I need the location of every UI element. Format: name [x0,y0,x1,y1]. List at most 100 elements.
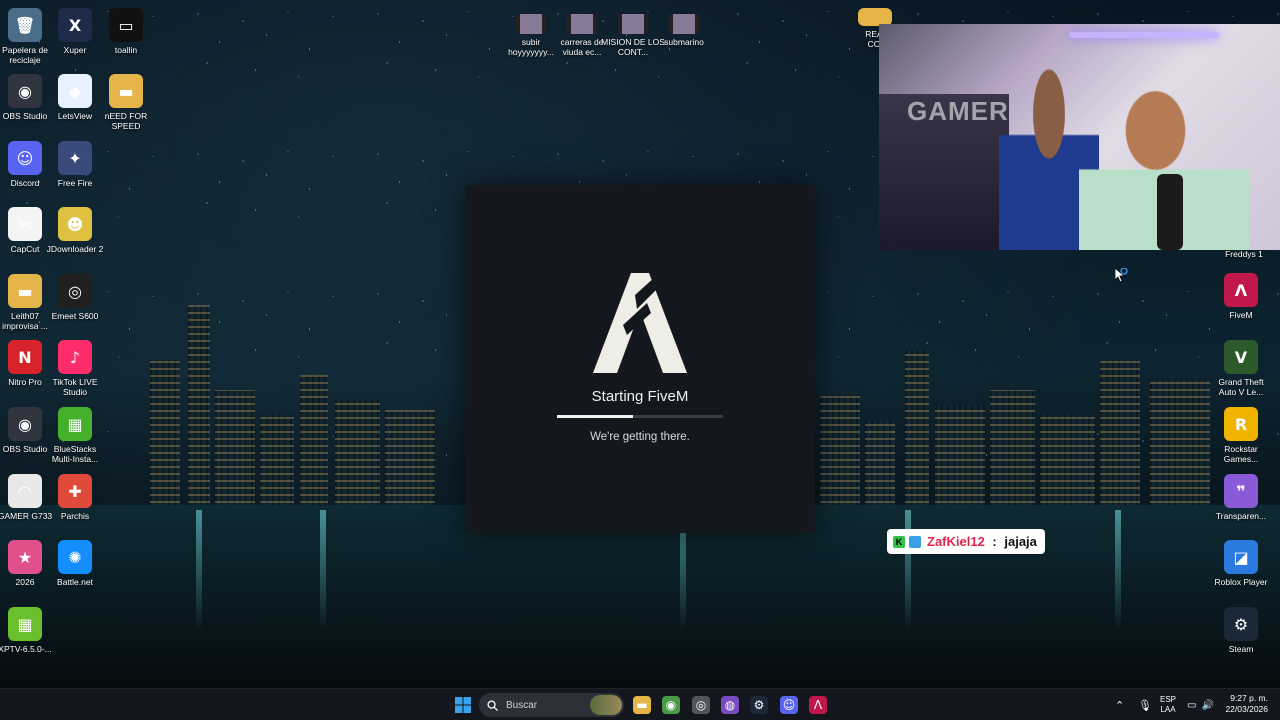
free-fire-icon: ✦ [58,141,92,175]
system-tray-status[interactable]: ▭ 🔊 [1187,689,1214,720]
taskbar-app-fivem[interactable]: Λ [807,694,829,716]
taskbar-app-discord[interactable]: ☺ [778,694,800,716]
desktop-icon-transparen[interactable]: ❞ Transparen... [1209,474,1273,521]
file-explorer-icon: ▬ [633,696,651,714]
video-file-icon [567,14,597,34]
desktop-icon-jdownloader-2[interactable]: ☻ JDownloader 2 [43,207,107,254]
taskbar-app-file-explorer[interactable]: ▬ [631,694,653,716]
letsview-icon: ◆ [58,74,92,108]
folder-icon: ▬ [8,274,42,308]
busy-cursor-icon [1115,268,1128,283]
video-file-icon: ▭ [109,8,143,42]
desktop-icon-label: Roblox Player [1214,577,1268,587]
steam-icon: ⚙ [750,696,768,714]
desktop-icon-fivem[interactable]: Λ FiveM [1209,273,1273,320]
splash-title: Starting FiveM [591,388,689,405]
webcam-neon [1069,32,1219,38]
jdownloader-icon: ☻ [58,207,92,241]
bluestacks-icon: ▦ [8,607,42,641]
desktop-icon-label: Free Fire [57,178,93,188]
desktop-icon-rockstar-games[interactable]: R Rockstar Games... [1209,407,1273,464]
microphone-tray-button[interactable]: 🎙 [1138,689,1152,720]
subscriber-badge-icon [909,535,921,548]
chat-icon: ❞ [1224,474,1258,508]
desktop-icon-xptv-6-5-0[interactable]: ▦ XPTV-6.5.0-... [0,607,57,654]
search-icon [487,699,498,711]
fivem-splash-window: Starting FiveM We're getting there. [465,185,815,533]
chat-message: K ZafKiel12 : jajaja [887,529,1045,554]
desktop-icon-submarino[interactable]: submarino [652,14,716,47]
splash-subtitle: We're getting there. [590,431,690,443]
windows-icon [455,697,471,713]
volume-icon: 🔊 [1201,699,1214,711]
taskbar: Buscar ▬ ◉ ◎ ◍ ⚙ ☺ Λ ⌃ 🎙 ESP LAA ▭ 🔊 9:27 p. m… [0,688,1280,720]
desktop-icon-label: nEED FOR SPEED [104,111,148,131]
clock-date: 22/03/2026 [1225,704,1268,714]
webcam-icon: ◎ [58,274,92,308]
taskbar-search[interactable]: Buscar [479,693,624,717]
obs-icon: ◎ [692,696,710,714]
discord-icon: ☺ [8,141,42,175]
taskbar-app-obs[interactable]: ◎ [690,694,712,716]
splash-progress-fill [557,415,634,418]
start-button[interactable] [452,694,474,716]
capcut-icon: ✂ [8,207,42,241]
microphone-icon: 🎙 [1138,699,1152,712]
desktop-icon-label: Grand Theft Auto V Le... [1218,377,1264,397]
language-code: ESP [1160,695,1177,704]
parchis-icon: ✚ [58,474,92,508]
tiktok-icon: ♪ [58,340,92,374]
nitro-pro-icon: N [8,340,42,374]
headset-icon: ◠ [8,474,42,508]
fivem-logo-icon [593,273,687,373]
webcam-overlay: GAMER [879,24,1280,250]
desktop-icon-need-for-speed[interactable]: ▬ nEED FOR SPEED [94,74,158,131]
desktop-icon-label: Parchis [60,511,90,521]
desktop-icon-label: toallin [114,45,138,55]
desktop-icon-label: Rockstar Games... [1223,444,1259,464]
fivem-icon: Λ [809,696,827,714]
steam-icon: ⚙ [1224,607,1258,641]
taskbar-clock[interactable]: 9:27 p. m. 22/03/2026 [1225,693,1268,715]
game-icon: ★ [8,540,42,574]
video-file-icon [618,14,648,34]
desktop-icon-battle-net[interactable]: ✺ Battle.net [43,540,107,587]
chat-username: ZafKiel12 [927,534,985,549]
desktop-icon-bluestacks-multi-insta[interactable]: ▦ BlueStacks Multi-Insta... [43,407,107,464]
podcast-icon: ◍ [721,696,739,714]
language-indicator[interactable]: ESP LAA [1160,689,1176,720]
taskbar-app-steam[interactable]: ⚙ [748,694,770,716]
desktop-icon-emeet-s600[interactable]: ◎ Emeet S600 [43,274,107,321]
desktop-icon-grand-theft-auto-v-le[interactable]: V Grand Theft Auto V Le... [1209,340,1273,397]
desktop-icon-roblox-player[interactable]: ◪ Roblox Player [1209,540,1273,587]
bluestacks-icon: ▦ [58,407,92,441]
desktop-icon-label: XPTV-6.5.0-... [0,644,52,654]
folder-icon: ▬ [109,74,143,108]
desktop-icon-tiktok-live-studio[interactable]: ♪ TikTok LIVE Studio [43,340,107,397]
desktop-icon-free-fire[interactable]: ✦ Free Fire [43,141,107,188]
chevron-up-icon: ⌃ [1115,699,1125,712]
roblox-icon: ◪ [1224,540,1258,574]
desktop-icon-label: JDownloader 2 [46,244,104,254]
desktop-icon-label: Emeet S600 [51,311,99,321]
taskbar-app-podcast[interactable]: ◍ [719,694,741,716]
desktop-icon-label: BlueStacks Multi-Insta... [51,444,99,464]
rockstar-icon: R [1224,407,1258,441]
chrome-icon: ◉ [662,696,680,714]
desktop-label-freddys[interactable]: Freddys 1 [1212,249,1276,259]
video-file-icon [516,14,546,34]
search-placeholder: Buscar [506,699,538,711]
search-highlight-image [590,695,622,715]
desktop-icon-toallin[interactable]: ▭ toallin [94,8,158,55]
splash-progress-bar [557,415,723,418]
kick-badge-icon: K [893,535,905,548]
fivem-icon: Λ [1224,273,1258,307]
video-file-icon [669,14,699,34]
desktop-icon-parchis[interactable]: ✚ Parchis [43,474,107,521]
webcam-microphone [1157,174,1183,250]
desktop-icon-steam[interactable]: ⚙ Steam [1209,607,1273,654]
taskbar-app-chrome[interactable]: ◉ [660,694,682,716]
show-hidden-icons-button[interactable]: ⌃ [1115,689,1124,720]
gta-icon: V [1224,340,1258,374]
desktop-icon-label: Steam [1228,644,1254,654]
